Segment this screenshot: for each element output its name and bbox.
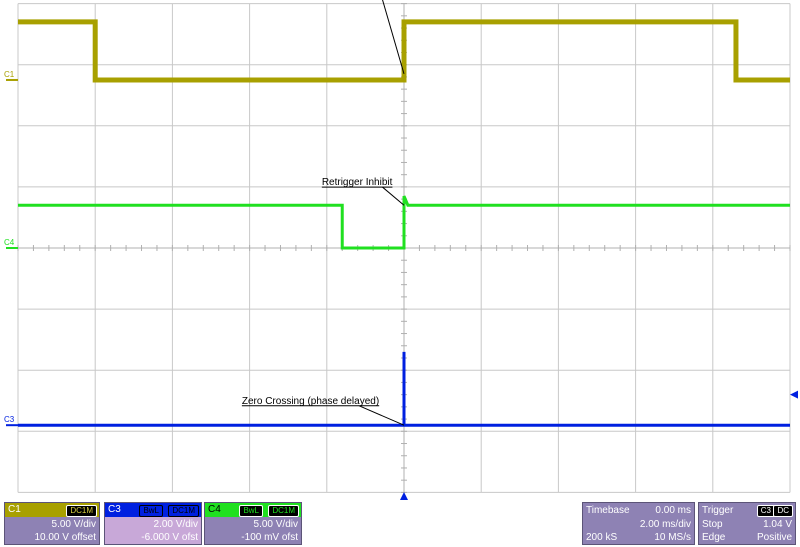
annotation-label: Retrigger Inhibit	[322, 177, 393, 188]
channel-c4-coupling: DC1M	[268, 505, 299, 517]
channel-c4-name: C4	[208, 504, 221, 515]
annotation-leader	[358, 405, 405, 426]
trigger-level-marker	[790, 390, 798, 399]
trigger-label: Trigger	[702, 505, 734, 516]
channel-c4-bandwidth: BwL	[239, 505, 263, 517]
annotation-label: Zero Crossing (phase delayed)	[242, 396, 379, 407]
annotation-leader	[382, 0, 405, 75]
channel-label-c4: C4	[4, 238, 15, 247]
waveform-display[interactable]: C1C4C3AC Line PolarityRetrigger InhibitZ…	[0, 0, 800, 500]
channel-c1-header: C1 DC1M	[5, 503, 99, 517]
channel-c1-name: C1	[8, 504, 21, 515]
channel-label-c3: C3	[4, 415, 15, 424]
trigger-type: Edge	[702, 532, 726, 543]
trace-c4	[18, 195, 790, 250]
channel-c1-scale: 5.00 V/div	[51, 519, 96, 530]
channel-c3-header: C3 BwL DC1M	[105, 503, 201, 517]
channel-c3-panel[interactable]: C3 BwL DC1M 2.00 V/div -6.000 V ofst	[104, 502, 202, 545]
timebase-samples: 200 kS	[586, 532, 618, 543]
timebase-scale: 2.00 ms/div	[639, 519, 691, 530]
channel-c3-name: C3	[108, 504, 121, 515]
trigger-level: 1.04 V	[763, 519, 792, 530]
annotation-leader	[382, 186, 405, 206]
timebase-delay: 0.00 ms	[655, 505, 691, 516]
channel-c4-panel[interactable]: C4 BwL DC1M 5.00 V/div -100 mV ofst	[204, 502, 302, 545]
timebase-panel[interactable]: Timebase 0.00 ms 2.00 ms/div 200 kS 10 M…	[582, 502, 695, 545]
channel-c3-bandwidth: BwL	[139, 505, 163, 517]
timebase-label: Timebase	[586, 505, 630, 516]
channel-c1-panel[interactable]: C1 DC1M 5.00 V/div 10.00 V offset	[4, 502, 100, 545]
channel-label-c1: C1	[4, 70, 15, 79]
trigger-coupling: DC	[773, 505, 793, 517]
channel-c3-coupling: DC1M	[168, 505, 199, 517]
channel-c3-scale: 2.00 V/div	[153, 519, 198, 530]
trace-c3	[18, 351, 790, 427]
trace-c1	[18, 19, 790, 83]
trigger-slope: Positive	[756, 532, 792, 543]
channel-c4-scale: 5.00 V/div	[253, 519, 298, 530]
trigger-source: C3	[756, 505, 775, 517]
trigger-panel[interactable]: Trigger C3 DC Stop 1.04 V Edge Positive	[698, 502, 796, 545]
channel-c4-header: C4 BwL DC1M	[205, 503, 301, 517]
channel-c4-offset: -100 mV ofst	[241, 532, 298, 543]
channel-c1-offset: 10.00 V offset	[34, 532, 96, 543]
timebase-sample-rate: 10 MS/s	[654, 532, 691, 543]
channel-c1-coupling: DC1M	[66, 505, 97, 517]
trigger-mode: Stop	[702, 519, 723, 530]
trigger-position-marker	[400, 492, 408, 500]
channel-c3-offset: -6.000 V ofst	[141, 532, 198, 543]
